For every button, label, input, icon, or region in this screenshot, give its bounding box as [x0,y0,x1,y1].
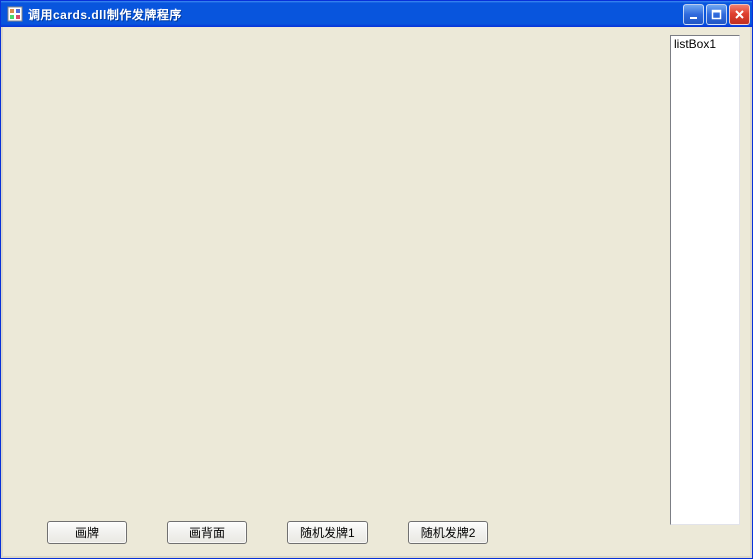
random-deal-1-button[interactable]: 随机发牌1 [287,521,368,544]
titlebar[interactable]: 调用cards.dll制作发牌程序 [1,1,752,27]
draw-card-button[interactable]: 画牌 [47,521,127,544]
window-controls [683,4,750,25]
close-button[interactable] [729,4,750,25]
minimize-icon [688,9,699,20]
button-row: 画牌 画背面 随机发牌1 随机发牌2 [47,521,488,544]
maximize-icon [711,9,722,20]
list-item[interactable]: listBox1 [674,37,736,51]
minimize-button[interactable] [683,4,704,25]
application-window: 调用cards.dll制作发牌程序 listBox1 [0,0,753,559]
window-title: 调用cards.dll制作发牌程序 [28,6,683,23]
draw-back-button[interactable]: 画背面 [167,521,247,544]
client-area: listBox1 画牌 画背面 随机发牌1 随机发牌2 [1,27,752,558]
random-deal-2-button[interactable]: 随机发牌2 [408,521,489,544]
listbox[interactable]: listBox1 [670,35,740,525]
app-icon [7,6,23,22]
close-icon [734,9,745,20]
maximize-button[interactable] [706,4,727,25]
